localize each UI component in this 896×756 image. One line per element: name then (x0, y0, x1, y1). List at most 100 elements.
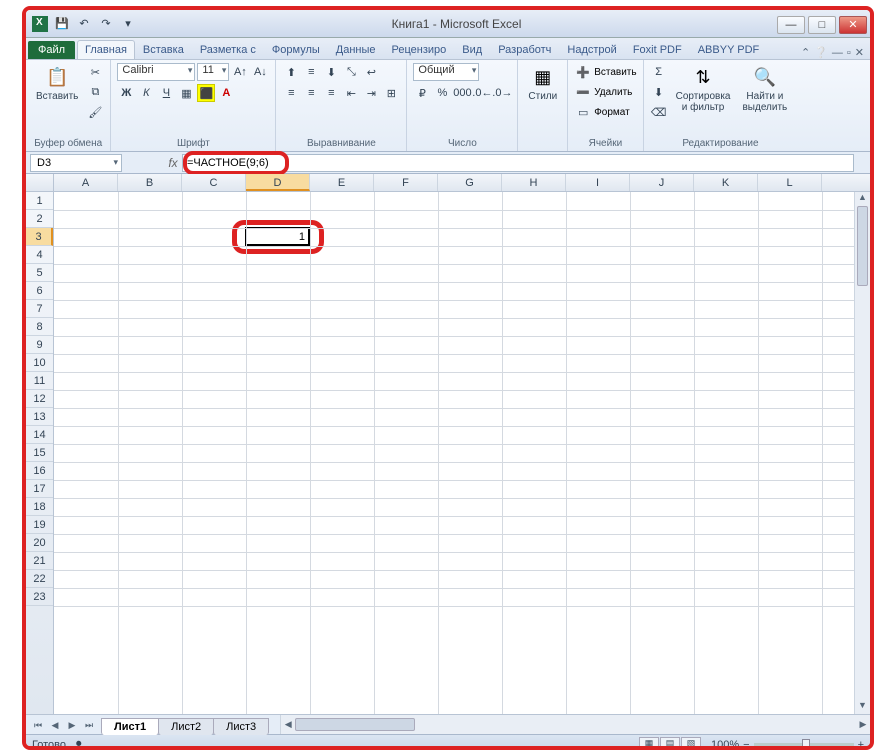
col-header-I[interactable]: I (566, 174, 630, 191)
align-right-icon[interactable]: ≡ (322, 84, 340, 102)
row-header-7[interactable]: 7 (26, 300, 53, 318)
vscroll-thumb[interactable] (857, 206, 868, 286)
zoom-in-icon[interactable]: + (858, 739, 864, 751)
col-header-C[interactable]: C (182, 174, 246, 191)
format-cells-icon[interactable]: ▭ (574, 103, 592, 121)
format-painter-icon[interactable]: 🖌 (86, 103, 104, 121)
delete-cells-icon[interactable]: ➖ (574, 83, 592, 101)
font-size-combo[interactable]: 11 (197, 63, 229, 81)
cells-area[interactable]: 1 (54, 192, 854, 714)
doc-restore-icon[interactable]: ▫ (847, 47, 851, 59)
row-header-23[interactable]: 23 (26, 588, 53, 606)
sheet-tab-2[interactable]: Лист2 (158, 718, 214, 735)
align-center-icon[interactable]: ≡ (302, 84, 320, 102)
copy-icon[interactable]: ⧉ (86, 83, 104, 101)
tab-home[interactable]: Главная (77, 40, 135, 59)
font-name-combo[interactable]: Calibri (117, 63, 195, 81)
currency-icon[interactable]: ₽ (413, 84, 431, 102)
number-format-combo[interactable]: Общий (413, 63, 479, 81)
underline-icon[interactable]: Ч (157, 84, 175, 102)
clear-icon[interactable]: ⌫ (650, 103, 668, 121)
sort-filter-button[interactable]: ⇅ Сортировка и фильтр (672, 63, 735, 115)
col-header-B[interactable]: B (118, 174, 182, 191)
row-header-15[interactable]: 15 (26, 444, 53, 462)
col-header-F[interactable]: F (374, 174, 438, 191)
cut-icon[interactable]: ✂ (86, 63, 104, 81)
row-header-19[interactable]: 19 (26, 516, 53, 534)
row-header-8[interactable]: 8 (26, 318, 53, 336)
tab-developer[interactable]: Разработч (490, 40, 559, 59)
row-header-5[interactable]: 5 (26, 264, 53, 282)
sheet-tab-1[interactable]: Лист1 (101, 718, 159, 735)
paste-button[interactable]: 📋 Вставить (32, 63, 82, 104)
row-header-21[interactable]: 21 (26, 552, 53, 570)
col-header-E[interactable]: E (310, 174, 374, 191)
col-header-J[interactable]: J (630, 174, 694, 191)
scroll-up-icon[interactable]: ▲ (855, 192, 870, 206)
row-header-20[interactable]: 20 (26, 534, 53, 552)
col-header-G[interactable]: G (438, 174, 502, 191)
italic-icon[interactable]: К (137, 84, 155, 102)
tab-addins[interactable]: Надстрой (559, 40, 624, 59)
scroll-down-icon[interactable]: ▼ (855, 700, 870, 714)
sheet-first-icon[interactable]: ⏮ (30, 717, 46, 733)
row-header-22[interactable]: 22 (26, 570, 53, 588)
indent-inc-icon[interactable]: ⇥ (362, 84, 380, 102)
border-icon[interactable]: ▦ (177, 84, 195, 102)
comma-icon[interactable]: 000 (453, 84, 471, 102)
grow-font-icon[interactable]: A↑ (231, 63, 249, 81)
close-button[interactable]: ✕ (839, 16, 867, 34)
orientation-icon[interactable]: ⤡ (342, 63, 360, 81)
hscroll-thumb[interactable] (295, 718, 415, 731)
row-header-16[interactable]: 16 (26, 462, 53, 480)
formula-bar[interactable]: =ЧАСТНОЕ(9;6) (182, 154, 854, 172)
row-header-6[interactable]: 6 (26, 282, 53, 300)
autosum-icon[interactable]: Σ (650, 63, 668, 81)
tab-foxit[interactable]: Foxit PDF (625, 40, 690, 59)
indent-dec-icon[interactable]: ⇤ (342, 84, 360, 102)
save-icon[interactable]: 💾 (54, 16, 70, 32)
row-header-1[interactable]: 1 (26, 192, 53, 210)
doc-close-icon[interactable]: ✕ (855, 46, 864, 59)
sheet-next-icon[interactable]: ▶ (64, 717, 80, 733)
horizontal-scrollbar[interactable]: ◀ ▶ (280, 715, 870, 734)
align-bottom-icon[interactable]: ⬇ (322, 63, 340, 81)
qat-more-icon[interactable]: ▾ (120, 16, 136, 32)
doc-minimize-icon[interactable]: — (832, 47, 843, 59)
sheet-last-icon[interactable]: ⏭ (81, 717, 97, 733)
redo-icon[interactable]: ↷ (98, 16, 114, 32)
row-header-10[interactable]: 10 (26, 354, 53, 372)
merge-icon[interactable]: ⊞ (382, 84, 400, 102)
tab-formulas[interactable]: Формулы (264, 40, 328, 59)
font-color-icon[interactable]: A (217, 84, 235, 102)
row-header-14[interactable]: 14 (26, 426, 53, 444)
styles-button[interactable]: ▦ Стили (524, 63, 561, 104)
view-break-icon[interactable]: ▧ (681, 737, 701, 751)
col-header-D[interactable]: D (246, 174, 310, 191)
vertical-scrollbar[interactable]: ▲ ▼ (854, 192, 870, 714)
find-select-button[interactable]: 🔍 Найти и выделить (738, 63, 791, 115)
col-header-H[interactable]: H (502, 174, 566, 191)
minimize-button[interactable]: — (777, 16, 805, 34)
fill-icon[interactable]: ⬇ (650, 83, 668, 101)
undo-icon[interactable]: ↶ (76, 16, 92, 32)
tab-data[interactable]: Данные (328, 40, 384, 59)
row-header-9[interactable]: 9 (26, 336, 53, 354)
align-left-icon[interactable]: ≡ (282, 84, 300, 102)
zoom-slider[interactable] (754, 743, 854, 747)
ribbon-minimize-icon[interactable]: ⌃ (801, 46, 810, 59)
sheet-prev-icon[interactable]: ◀ (47, 717, 63, 733)
tab-abbyy[interactable]: ABBYY PDF (690, 40, 768, 59)
file-tab[interactable]: Файл (28, 41, 75, 59)
tab-layout[interactable]: Разметка с (192, 40, 264, 59)
row-header-13[interactable]: 13 (26, 408, 53, 426)
row-header-3[interactable]: 3 (26, 228, 53, 246)
bold-icon[interactable]: Ж (117, 84, 135, 102)
row-header-2[interactable]: 2 (26, 210, 53, 228)
fx-icon[interactable]: fx (164, 154, 182, 172)
view-layout-icon[interactable]: ▤ (660, 737, 680, 751)
select-all-corner[interactable] (26, 174, 54, 191)
tab-view[interactable]: Вид (454, 40, 490, 59)
tab-insert[interactable]: Вставка (135, 40, 192, 59)
insert-cells-icon[interactable]: ➕ (574, 63, 592, 81)
